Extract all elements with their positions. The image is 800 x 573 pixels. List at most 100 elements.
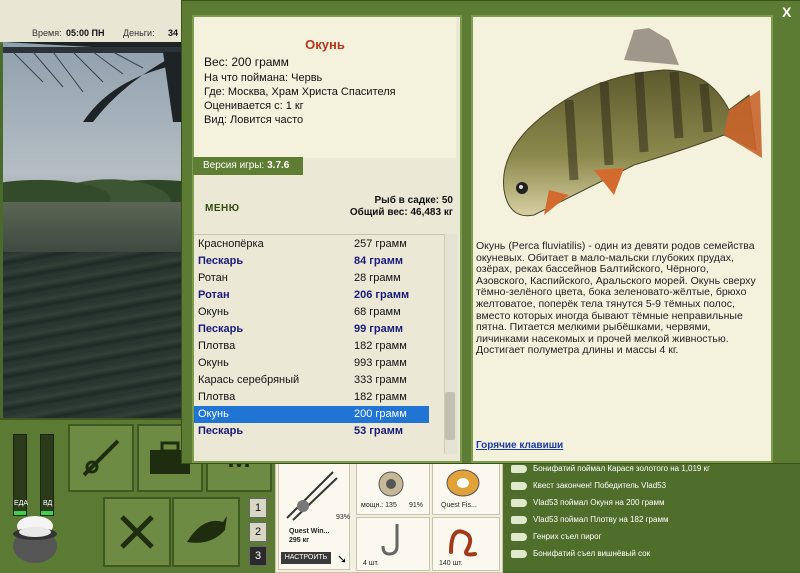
perch-image bbox=[503, 28, 762, 217]
catch-fish-name: Окунь bbox=[198, 408, 229, 420]
fish-location: Где: Москва, Храм Христа Спасителя bbox=[204, 86, 396, 98]
hotkeys-link[interactable]: Горячие клавиши bbox=[476, 440, 563, 451]
chat-text: Квест закончен! Победитель Vlad53 bbox=[533, 481, 667, 490]
fish-weight: Вес: 200 грамм bbox=[204, 55, 289, 69]
trees-graphic bbox=[3, 162, 181, 207]
bait-slot[interactable]: 140 шт. bbox=[432, 517, 500, 571]
time-label: Время: bbox=[32, 28, 62, 38]
catch-list-item[interactable]: Пескарь 84 грамм bbox=[194, 253, 429, 270]
chat-line: Бонифатий съел вишнёвый сок bbox=[503, 545, 800, 562]
catch-fish-name: Плотва bbox=[198, 391, 236, 403]
money-label: Деньги: bbox=[123, 28, 155, 38]
chat-text: Vlad53 поймал Плотву на 182 грамм bbox=[533, 515, 669, 524]
catch-fish-weight: 182 грамм bbox=[354, 340, 407, 352]
catch-fish-name: Краснопёрка bbox=[198, 238, 264, 250]
catch-fish-weight: 28 грамм bbox=[354, 272, 401, 284]
catch-fish-weight: 68 грамм bbox=[354, 306, 401, 318]
fish-description: Окунь (Perca fluviatilis) - один из девя… bbox=[476, 240, 756, 357]
chat-text: Бонифатий съел вишнёвый сок bbox=[533, 549, 651, 558]
cauldron-icon[interactable] bbox=[8, 512, 62, 567]
line-name: Quest Fis... bbox=[441, 502, 477, 509]
catch-list-item[interactable]: Ротан 28 грамм bbox=[194, 270, 429, 287]
reel-power: мощн.: 135 bbox=[361, 502, 397, 509]
rod-reel-icon bbox=[286, 471, 338, 521]
hook-count: 4 шт. bbox=[363, 560, 379, 567]
catch-list-item[interactable]: Окунь 200 грамм bbox=[194, 406, 429, 423]
keepnet-count: Рыб в садке: 50 bbox=[374, 195, 453, 206]
chat-text: Vlad53 поймал Окуня на 200 грамм bbox=[533, 498, 665, 507]
catch-fish-weight: 200 грамм bbox=[354, 408, 407, 420]
catch-list-item[interactable]: Плотва 182 грамм bbox=[194, 338, 429, 355]
fishing-line-icon bbox=[446, 469, 480, 497]
eat-button[interactable] bbox=[103, 497, 171, 567]
catch-fish-weight: 257 грамм bbox=[354, 238, 407, 250]
page-button-3[interactable]: 3 bbox=[249, 546, 267, 566]
fish-icon bbox=[511, 549, 527, 558]
catch-fish-name: Карась серебряный bbox=[198, 374, 300, 386]
reel-slot[interactable]: мощн.: 135 91% bbox=[356, 463, 430, 515]
inventory-panel: 93% Quest Win... 295 кг НАСТРОИТЬ ➘ мощн… bbox=[275, 460, 503, 573]
catch-fish-name: Окунь bbox=[198, 357, 229, 369]
catch-fish-name: Пескарь bbox=[198, 425, 244, 437]
water-label: ВД bbox=[43, 500, 53, 507]
setup-button[interactable]: НАСТРОИТЬ bbox=[281, 552, 331, 564]
rod-durability: 93% bbox=[336, 514, 351, 521]
water-graphic bbox=[3, 252, 181, 419]
fishing-scene[interactable] bbox=[3, 42, 181, 419]
catch-button[interactable] bbox=[172, 497, 240, 567]
fish-title: Окунь bbox=[305, 37, 345, 52]
catch-list-item[interactable]: Пескарь 53 грамм bbox=[194, 423, 429, 440]
page-button-1[interactable]: 1 bbox=[249, 498, 267, 518]
rod-name: Quest Win... bbox=[289, 528, 330, 535]
version-value: 3.7.6 bbox=[267, 160, 290, 171]
chat-line: Квест закончен! Победитель Vlad53 bbox=[503, 477, 800, 494]
catch-fish-name: Пескарь bbox=[198, 323, 244, 335]
catch-list-item[interactable]: Плотва 182 грамм bbox=[194, 389, 429, 406]
fish-icon bbox=[511, 515, 527, 524]
chat-line: Генрих съел пирог bbox=[503, 528, 800, 545]
bridge-graphic bbox=[3, 42, 181, 122]
fish-icon bbox=[187, 516, 227, 543]
bait-count: 140 шт. bbox=[439, 560, 463, 567]
chat-log: Бонифатий поймал Карася золотого на 1,01… bbox=[503, 460, 800, 571]
catch-fish-name: Плотва bbox=[198, 340, 236, 352]
catch-list-item[interactable]: Пескарь 99 грамм bbox=[194, 321, 429, 338]
time-value: 05:00 ПН bbox=[66, 28, 105, 38]
catch-list-item[interactable]: Окунь 993 грамм bbox=[194, 355, 429, 372]
catch-fish-weight: 333 грамм bbox=[354, 374, 407, 386]
rod-slot[interactable]: 93% Quest Win... 295 кг НАСТРОИТЬ ➘ bbox=[278, 463, 350, 570]
fork-knife-icon bbox=[120, 515, 154, 549]
catch-fish-name: Ротан bbox=[198, 289, 230, 301]
catch-fish-weight: 182 грамм bbox=[354, 391, 407, 403]
catch-fish-weight: 993 грамм bbox=[354, 357, 407, 369]
fish-icon bbox=[511, 464, 527, 473]
catch-fish-weight: 99 грамм bbox=[354, 323, 403, 335]
catch-list-item[interactable]: Карась серебряный 333 грамм bbox=[194, 372, 429, 389]
chat-text: Генрих съел пирог bbox=[533, 532, 602, 541]
rod-tool-button[interactable] bbox=[68, 424, 134, 492]
rod-weight: 295 кг bbox=[289, 537, 310, 544]
catch-fish-name: Окунь bbox=[198, 306, 229, 318]
fish-icon bbox=[511, 481, 527, 490]
game-version: Версия игры: 3.7.6 bbox=[193, 157, 303, 175]
catch-fish-weight: 84 грамм bbox=[354, 255, 403, 267]
scrollbar-thumb[interactable] bbox=[445, 392, 455, 440]
catch-list-item[interactable]: Ротан 206 грамм bbox=[194, 287, 429, 304]
chat-line: Vlad53 поймал Плотву на 182 грамм bbox=[503, 511, 800, 528]
catch-list-item[interactable]: Окунь 68 грамм bbox=[194, 304, 429, 321]
fish-icon bbox=[511, 498, 527, 507]
page-button-2[interactable]: 2 bbox=[249, 522, 267, 542]
catch-fish-name: Ротан bbox=[198, 272, 228, 284]
fish-price: Оценивается с: 1 кг bbox=[204, 100, 304, 112]
chat-text: Бонифатий поймал Карася золотого на 1,01… bbox=[533, 464, 710, 473]
worm-icon bbox=[449, 529, 477, 557]
embankment-graphic bbox=[3, 202, 181, 252]
hook-slot[interactable]: 4 шт. bbox=[356, 517, 430, 571]
close-button[interactable]: X bbox=[782, 4, 791, 20]
catch-list-item[interactable]: Краснопёрка 257 грамм bbox=[194, 236, 429, 253]
catch-fish-weight: 206 грамм bbox=[354, 289, 410, 301]
fish-bait: На что поймана: Червь bbox=[204, 72, 323, 84]
arrow-icon: ➘ bbox=[337, 552, 348, 566]
line-slot[interactable]: Quest Fis... bbox=[432, 463, 500, 515]
menu-button[interactable]: МЕНЮ bbox=[205, 203, 240, 214]
